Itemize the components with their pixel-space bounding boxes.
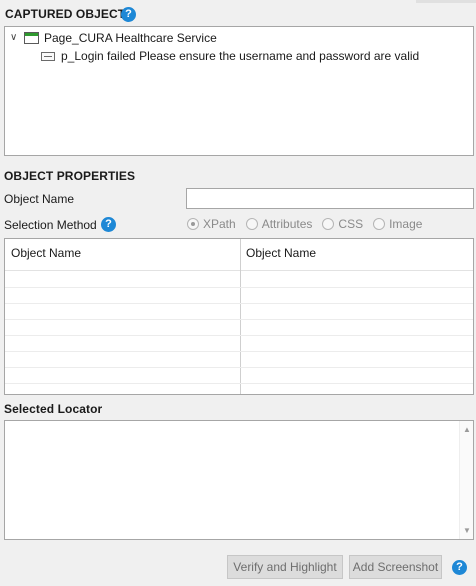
verify-and-highlight-button[interactable]: Verify and Highlight bbox=[227, 555, 343, 579]
table-row[interactable] bbox=[5, 367, 473, 368]
page-icon bbox=[24, 32, 39, 44]
captured-objects-title: CAPTURED OBJECTS bbox=[5, 7, 134, 21]
radio-attributes[interactable]: Attributes bbox=[245, 217, 313, 231]
table-row[interactable] bbox=[5, 383, 473, 384]
radio-css[interactable]: CSS bbox=[322, 217, 363, 231]
object-properties-title: OBJECT PROPERTIES bbox=[4, 169, 136, 183]
radio-image-circle[interactable] bbox=[373, 218, 386, 230]
tree-item-page[interactable]: ∨ Page_CURA Healthcare Service bbox=[10, 31, 217, 45]
chevron-down-icon[interactable]: ∨ bbox=[10, 33, 20, 43]
scroll-down-icon[interactable]: ▼ bbox=[460, 526, 474, 535]
table-header-cell[interactable]: Object Name bbox=[5, 239, 240, 270]
column-divider[interactable] bbox=[240, 239, 241, 394]
table-row[interactable] bbox=[5, 335, 473, 336]
add-screenshot-button[interactable]: Add Screenshot bbox=[349, 555, 442, 579]
element-icon bbox=[41, 51, 55, 61]
tree-item-page-label: Page_CURA Healthcare Service bbox=[44, 31, 217, 45]
radio-xpath-label: XPath bbox=[203, 217, 236, 231]
window-edge-strip bbox=[416, 0, 476, 3]
object-properties-table[interactable]: Object Name Object Name bbox=[4, 238, 474, 395]
selected-locator-textarea[interactable] bbox=[4, 420, 474, 540]
radio-image-label: Image bbox=[389, 217, 423, 231]
object-name-label: Object Name bbox=[4, 192, 75, 206]
table-row[interactable] bbox=[5, 319, 473, 320]
table-header-cell[interactable]: Object Name bbox=[240, 239, 473, 270]
help-icon[interactable]: ? bbox=[452, 560, 467, 575]
table-header: Object Name Object Name bbox=[5, 239, 473, 271]
object-name-field[interactable] bbox=[186, 188, 474, 209]
radio-image[interactable]: Image bbox=[373, 217, 422, 231]
captured-objects-tree[interactable]: ∨ Page_CURA Healthcare Service p_Login f… bbox=[4, 26, 474, 156]
radio-css-label: CSS bbox=[338, 217, 364, 231]
help-icon[interactable]: ? bbox=[101, 217, 116, 232]
selected-locator-title: Selected Locator bbox=[4, 402, 103, 416]
radio-xpath[interactable]: XPath bbox=[187, 217, 236, 231]
radio-attributes-circle[interactable] bbox=[245, 218, 258, 230]
table-row[interactable] bbox=[5, 287, 473, 288]
tree-item-element-label: p_Login failed Please ensure the usernam… bbox=[61, 49, 420, 63]
table-row[interactable] bbox=[5, 351, 473, 352]
selection-method-radio-group: XPath Attributes CSS Image bbox=[187, 217, 432, 231]
radio-attributes-label: Attributes bbox=[261, 217, 313, 231]
selection-method-label: Selection Method bbox=[4, 218, 97, 232]
help-icon[interactable]: ? bbox=[121, 7, 136, 22]
scroll-up-icon[interactable]: ▲ bbox=[460, 425, 474, 434]
locator-scrollbar[interactable]: ▲ ▼ bbox=[459, 421, 473, 539]
table-row[interactable] bbox=[5, 303, 473, 304]
radio-css-circle[interactable] bbox=[322, 218, 335, 230]
tree-item-element[interactable]: p_Login failed Please ensure the usernam… bbox=[41, 49, 419, 63]
radio-xpath-circle[interactable] bbox=[187, 218, 199, 230]
